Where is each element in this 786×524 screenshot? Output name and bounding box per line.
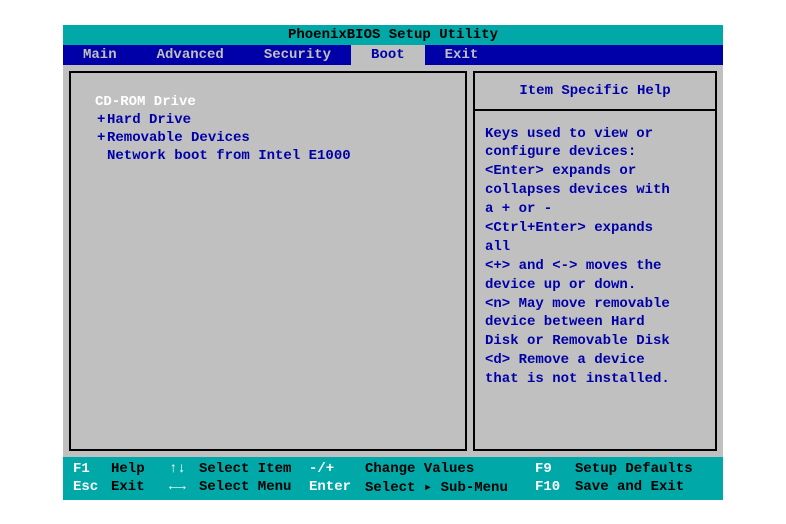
arrows-leftright-icon: ←→ [169, 479, 199, 495]
menu-boot[interactable]: Boot [351, 45, 425, 65]
boot-item-cdrom[interactable]: CD-ROM Drive [85, 93, 451, 111]
help-line: Disk or Removable Disk [485, 332, 705, 351]
key-esc[interactable]: Esc [73, 479, 111, 495]
menu-exit[interactable]: Exit [425, 45, 499, 65]
help-line: <Ctrl+Enter> expands [485, 219, 705, 238]
help-line: collapses devices with [485, 181, 705, 200]
boot-item-label: CD-ROM Drive [95, 94, 196, 110]
help-line: device up or down. [485, 276, 705, 295]
action-setup-defaults: Setup Defaults [575, 461, 713, 477]
menu-security[interactable]: Security [244, 45, 351, 65]
help-line: configure devices: [485, 143, 705, 162]
key-f1[interactable]: F1 [73, 461, 111, 477]
arrows-updown-icon: ↑↓ [169, 461, 199, 477]
action-select-menu: Select Menu [199, 479, 309, 495]
title-text: PhoenixBIOS Setup Utility [288, 27, 498, 43]
menu-bar: Main Advanced Security Boot Exit [63, 45, 723, 65]
help-line: Keys used to view or [485, 125, 705, 144]
key-f9[interactable]: F9 [535, 461, 575, 477]
help-line: <n> May move removable [485, 295, 705, 314]
help-line: a + or - [485, 200, 705, 219]
boot-item-network[interactable]: Network boot from Intel E1000 [97, 147, 451, 165]
menu-main[interactable]: Main [63, 45, 137, 65]
help-title: Item Specific Help [473, 71, 717, 109]
boot-item-label: Removable Devices [107, 130, 250, 146]
footer-bar: F1 Help ↑↓ Select Item -/+ Change Values… [63, 457, 723, 500]
content-area: CD-ROM Drive +Hard Drive +Removable Devi… [63, 65, 723, 457]
help-line: <Enter> expands or [485, 162, 705, 181]
help-line: <+> and <-> moves the [485, 257, 705, 276]
title-bar: PhoenixBIOS Setup Utility [63, 25, 723, 45]
boot-item-removable[interactable]: +Removable Devices [97, 129, 451, 147]
key-plusminus[interactable]: -/+ [309, 461, 365, 477]
expand-indicator: + [97, 130, 107, 146]
action-save-exit: Save and Exit [575, 479, 713, 495]
help-line: that is not installed. [485, 370, 705, 389]
boot-item-label: Network boot from Intel E1000 [107, 148, 351, 164]
action-exit: Exit [111, 479, 169, 495]
action-change-values: Change Values [365, 461, 535, 477]
help-body: Keys used to view or configure devices: … [473, 109, 717, 451]
action-help: Help [111, 461, 169, 477]
help-title-text: Item Specific Help [519, 83, 670, 99]
help-line: device between Hard [485, 313, 705, 332]
boot-order-panel: CD-ROM Drive +Hard Drive +Removable Devi… [69, 71, 467, 451]
expand-indicator: + [97, 112, 107, 128]
help-line: all [485, 238, 705, 257]
boot-item-hdd[interactable]: +Hard Drive [97, 111, 451, 129]
action-select-submenu: Select ▸ Sub-Menu [365, 479, 535, 496]
help-panel: Item Specific Help Keys used to view or … [473, 71, 717, 451]
menu-advanced[interactable]: Advanced [137, 45, 244, 65]
action-select-item: Select Item [199, 461, 309, 477]
bios-window: PhoenixBIOS Setup Utility Main Advanced … [63, 25, 723, 500]
key-enter[interactable]: Enter [309, 479, 365, 495]
key-f10[interactable]: F10 [535, 479, 575, 495]
help-line: <d> Remove a device [485, 351, 705, 370]
boot-item-label: Hard Drive [107, 112, 191, 128]
